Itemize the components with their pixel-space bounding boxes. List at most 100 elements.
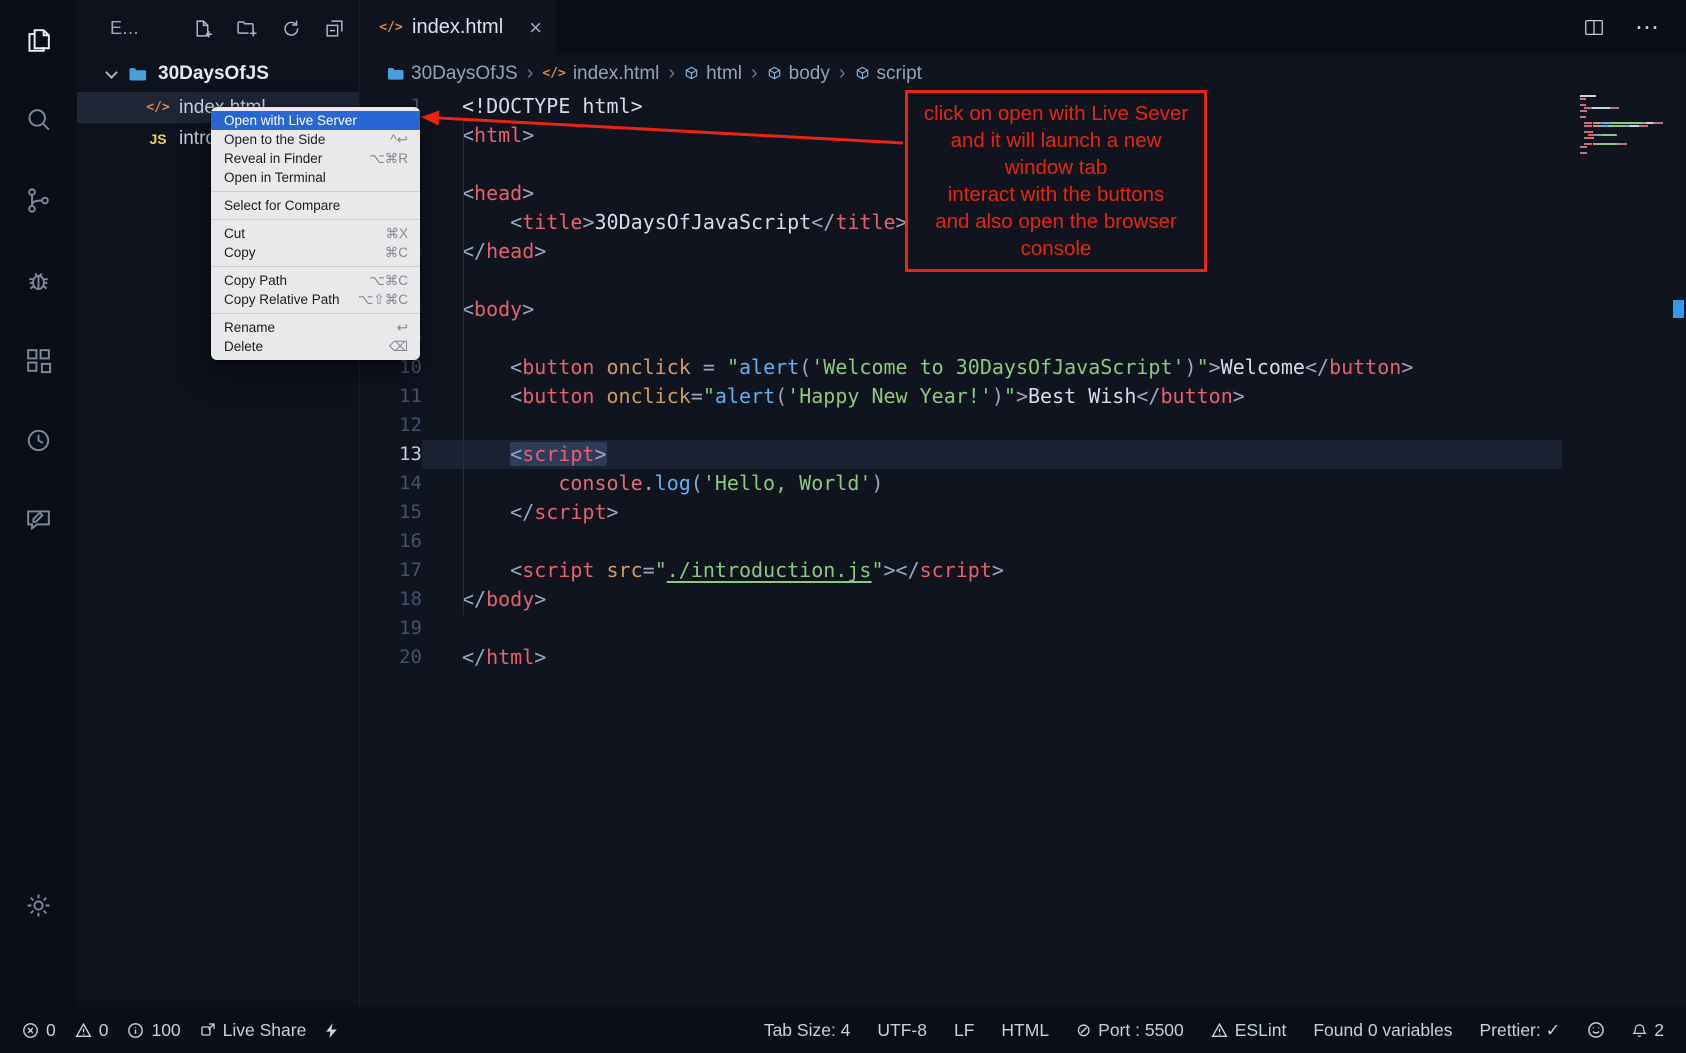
extensions-icon[interactable] <box>0 320 77 400</box>
code-token: </ <box>462 239 486 263</box>
code-token: </ <box>1136 384 1160 408</box>
new-file-icon[interactable] <box>192 18 213 39</box>
code-token <box>462 500 510 524</box>
line-content[interactable]: </script> <box>422 498 1562 527</box>
line-content[interactable]: <script src="./introduction.js"></script… <box>422 556 1562 585</box>
status-100[interactable]: 100 <box>127 1020 180 1041</box>
breadcrumb-item-30daysofjs[interactable]: 30DaysOfJS <box>387 63 518 85</box>
menu-item-label: Open in Terminal <box>224 169 326 186</box>
line-number[interactable]: 13 <box>360 440 422 469</box>
code-token: > <box>1401 355 1413 379</box>
menu-item-cut[interactable]: Cut⌘X <box>211 224 420 243</box>
line-number[interactable]: 16 <box>360 527 422 556</box>
html-icon: </> <box>542 66 565 81</box>
tab-index-html[interactable]: </> index.html × <box>360 0 556 55</box>
code-token <box>462 384 510 408</box>
status-smiley[interactable] <box>1587 1021 1605 1039</box>
breadcrumb: 30DaysOfJS›</>index.html›html›body›scrip… <box>360 55 1686 92</box>
annotation-text: console <box>910 235 1202 262</box>
line-number[interactable]: 11 <box>360 382 422 411</box>
status-found-0-variables[interactable]: Found 0 variables <box>1313 1020 1452 1041</box>
status-utf-8[interactable]: UTF-8 <box>877 1020 927 1041</box>
line-content[interactable]: <body> <box>422 295 1562 324</box>
breadcrumb-label: html <box>706 63 742 85</box>
line-content[interactable]: </html> <box>422 643 1562 672</box>
code-token: ( <box>691 471 703 495</box>
line-content[interactable] <box>422 411 1562 440</box>
status-live-share[interactable]: Live Share <box>200 1020 307 1041</box>
minimap-line <box>1580 128 1672 130</box>
menu-item-open-with-live-server[interactable]: Open with Live Server <box>211 111 420 130</box>
line-content[interactable] <box>422 614 1562 643</box>
menu-item-copy-relative-path[interactable]: Copy Relative Path⌥⇧⌘C <box>211 290 420 309</box>
code-token: html <box>486 645 534 669</box>
line-content[interactable]: console.log('Hello, World') <box>422 469 1562 498</box>
run-debug-icon[interactable] <box>0 240 77 320</box>
close-tab-icon[interactable]: × <box>529 15 542 41</box>
line-number[interactable]: 19 <box>360 614 422 643</box>
line-content[interactable]: <button onclick="alert('Happy New Year!'… <box>422 382 1562 411</box>
more-actions-icon[interactable]: ⋯ <box>1635 13 1660 42</box>
line-content[interactable] <box>422 324 1562 353</box>
editor-actions: ⋯ <box>1583 0 1686 55</box>
code-token: 'Hello, World' <box>703 471 872 495</box>
breadcrumb-item-body[interactable]: body <box>767 63 830 85</box>
line-number[interactable]: 15 <box>360 498 422 527</box>
line-content[interactable]: </body> <box>422 585 1562 614</box>
status-bolt[interactable] <box>325 1022 338 1039</box>
line-number[interactable]: 12 <box>360 411 422 440</box>
collapse-folders-icon[interactable] <box>324 18 345 39</box>
feedback-icon[interactable] <box>0 480 77 560</box>
warning-icon <box>1211 1022 1228 1039</box>
status-0[interactable]: 0 <box>22 1020 56 1041</box>
line-number[interactable]: 14 <box>360 469 422 498</box>
menu-item-copy-path[interactable]: Copy Path⌥⌘C <box>211 271 420 290</box>
breadcrumb-item-html[interactable]: html <box>684 63 742 85</box>
status-2[interactable]: 2 <box>1632 1020 1664 1041</box>
code-token: script <box>522 558 594 582</box>
minimap-line <box>1580 131 1672 133</box>
status-prettier[interactable]: Prettier: ✓ <box>1479 1020 1560 1041</box>
menu-item-select-for-compare[interactable]: Select for Compare <box>211 196 420 215</box>
code-token: = <box>643 558 655 582</box>
minimap-line <box>1580 110 1672 112</box>
menu-item-open-to-the-side[interactable]: Open to the Side^↩ <box>211 130 420 149</box>
line-number[interactable]: 17 <box>360 556 422 585</box>
line-content[interactable]: <button onclick = "alert('Welcome to 30D… <box>422 353 1562 382</box>
settings-gear-icon[interactable] <box>0 865 77 945</box>
menu-item-rename[interactable]: Rename↩ <box>211 318 420 337</box>
menu-item-open-in-terminal[interactable]: Open in Terminal <box>211 168 420 187</box>
minimap-line <box>1580 119 1672 121</box>
line-number[interactable]: 18 <box>360 585 422 614</box>
breadcrumb-label: body <box>789 63 830 85</box>
line-number[interactable]: 20 <box>360 643 422 672</box>
search-icon[interactable] <box>0 80 77 160</box>
source-control-icon[interactable] <box>0 160 77 240</box>
status-html[interactable]: HTML <box>1001 1020 1049 1041</box>
explorer-icon[interactable] <box>0 0 77 80</box>
menu-item-reveal-in-finder[interactable]: Reveal in Finder⌥⌘R <box>211 149 420 168</box>
status-0[interactable]: 0 <box>75 1020 109 1041</box>
minimap[interactable] <box>1576 95 1672 1007</box>
status-eslint[interactable]: ESLint <box>1211 1020 1287 1041</box>
status-lf[interactable]: LF <box>954 1020 974 1041</box>
split-editor-icon[interactable] <box>1583 17 1605 39</box>
code-token: > <box>1233 384 1245 408</box>
code-token: html <box>474 123 522 147</box>
menu-item-delete[interactable]: Delete⌫ <box>211 337 420 356</box>
status-tab-size-4[interactable]: Tab Size: 4 <box>764 1020 851 1041</box>
history-icon[interactable] <box>0 400 77 480</box>
menu-item-shortcut: ⌫ <box>389 338 408 355</box>
new-folder-icon[interactable] <box>236 18 257 39</box>
status-port-5500[interactable]: ⊘Port : 5500 <box>1076 1020 1184 1041</box>
menu-item-copy[interactable]: Copy⌘C <box>211 243 420 262</box>
menu-item-label: Copy Relative Path <box>224 291 340 308</box>
breadcrumb-item-index-html[interactable]: </>index.html <box>542 63 659 85</box>
breadcrumb-item-script[interactable]: script <box>855 63 922 85</box>
refresh-icon[interactable] <box>280 18 301 39</box>
line-content[interactable] <box>422 527 1562 556</box>
folder-root[interactable]: 30DaysOfJS <box>77 56 359 92</box>
line-content[interactable]: <script> <box>422 440 1562 469</box>
smiley-icon <box>1587 1021 1605 1039</box>
explorer-title: E... <box>110 18 139 39</box>
